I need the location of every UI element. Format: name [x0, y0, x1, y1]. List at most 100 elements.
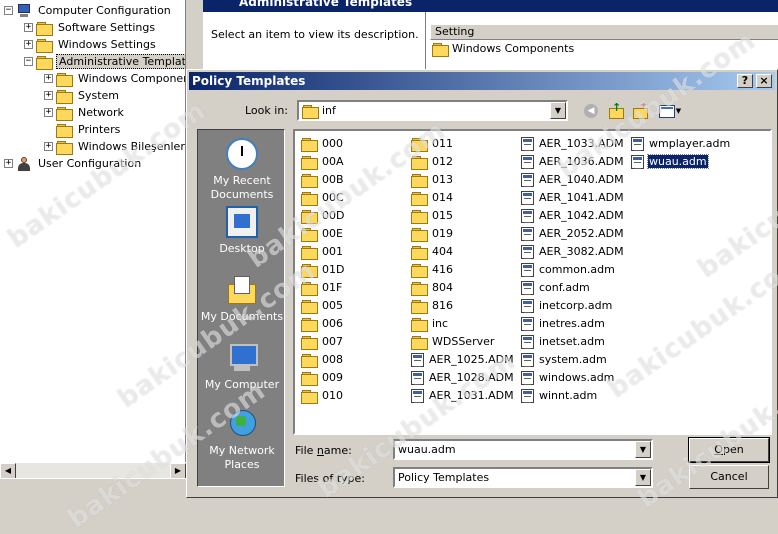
back-button[interactable]: ◀ — [582, 102, 600, 120]
expand-icon[interactable]: + — [44, 108, 53, 117]
file-item[interactable]: AER_1031.ADM — [411, 387, 515, 404]
folder-icon — [301, 317, 318, 332]
file-name-dropdown-button[interactable]: ▼ — [635, 441, 651, 458]
place-label: My Computer — [204, 378, 280, 391]
expand-icon[interactable]: + — [44, 74, 53, 83]
tree-item[interactable]: + Software Settings — [24, 19, 157, 36]
folder-item[interactable]: 013 — [411, 171, 454, 188]
place-label: My Recent Documents — [210, 174, 274, 201]
folder-item[interactable]: 000 — [301, 135, 344, 152]
folder-item[interactable]: 009 — [301, 369, 344, 386]
tree-item[interactable]: − Computer Configuration — [4, 2, 173, 19]
folder-item[interactable]: 019 — [411, 225, 454, 242]
folder-icon — [301, 137, 318, 152]
expand-icon[interactable]: + — [4, 159, 13, 168]
expand-icon[interactable]: + — [44, 142, 53, 151]
place-recent-documents[interactable]: My Recent Documents — [198, 138, 286, 202]
scroll-right-button[interactable]: ▶ — [170, 463, 186, 479]
file-item[interactable]: AER_1028.ADM — [411, 369, 515, 386]
folder-item[interactable]: 006 — [301, 315, 344, 332]
folder-item[interactable]: 007 — [301, 333, 344, 350]
dialog-title-bar[interactable]: Policy Templates ? × — [189, 72, 775, 90]
file-item[interactable]: AER_1025.ADM — [411, 351, 515, 368]
folder-item[interactable]: 014 — [411, 189, 454, 206]
look-in-dropdown[interactable]: inf ▼ — [297, 100, 568, 121]
tree-item[interactable]: + System — [44, 87, 121, 104]
details-pane-title-text: Administrative Templates — [239, 0, 413, 9]
views-menu-button[interactable]: ▼ — [657, 102, 683, 120]
folder-item[interactable]: 00E — [301, 225, 344, 242]
folder-icon — [36, 21, 53, 36]
file-item[interactable]: conf.adm — [521, 279, 591, 296]
tree-item[interactable]: − Administrative Templates — [24, 53, 185, 70]
folder-item[interactable]: 01F — [301, 279, 343, 296]
file-item[interactable]: inetres.adm — [521, 315, 606, 332]
expand-icon[interactable]: + — [24, 23, 33, 32]
folder-item[interactable]: 011 — [411, 135, 454, 152]
folder-item[interactable]: 005 — [301, 297, 344, 314]
file-item[interactable]: AER_2052.ADM — [521, 225, 625, 242]
file-item[interactable]: wuau.adm — [631, 153, 709, 170]
tree-item[interactable]: + Windows Settings — [24, 36, 158, 53]
folder-item[interactable]: 00A — [301, 153, 345, 170]
file-name-input[interactable]: wuau.adm — [393, 439, 653, 460]
expand-icon[interactable]: + — [44, 91, 53, 100]
folder-item[interactable]: 008 — [301, 351, 344, 368]
file-item[interactable]: wmplayer.adm — [631, 135, 731, 152]
folder-item[interactable]: 001 — [301, 243, 344, 260]
expand-icon[interactable]: + — [24, 40, 33, 49]
tree-item-label: Network — [78, 106, 124, 119]
file-item[interactable]: AER_1036.ADM — [521, 153, 625, 170]
folder-item[interactable]: 01D — [301, 261, 345, 278]
folder-item[interactable]: 404 — [411, 243, 454, 260]
close-button[interactable]: × — [756, 74, 772, 88]
tree-item[interactable]: Printers — [44, 121, 122, 138]
folder-item[interactable]: 015 — [411, 207, 454, 224]
files-of-type-dropdown[interactable]: Policy Templates — [393, 467, 653, 488]
folder-item[interactable]: 804 — [411, 279, 454, 296]
collapse-icon[interactable]: − — [24, 57, 33, 66]
file-item[interactable]: AER_1042.ADM — [521, 207, 625, 224]
up-one-level-button[interactable] — [607, 101, 625, 120]
folder-item[interactable]: 00B — [301, 171, 345, 188]
folder-item[interactable]: WDSServer — [411, 333, 495, 350]
file-item[interactable]: inetcorp.adm — [521, 297, 613, 314]
cancel-button[interactable]: Cancel — [689, 465, 769, 489]
folder-item[interactable]: 816 — [411, 297, 454, 314]
folder-item[interactable]: inc — [411, 315, 449, 332]
tree-item[interactable]: + Windows Componer — [44, 70, 185, 87]
tree-item[interactable]: + User Configuration — [4, 155, 143, 172]
file-item[interactable]: AER_1040.ADM — [521, 171, 625, 188]
setting-column-header[interactable]: Setting — [430, 24, 778, 40]
place-my-computer[interactable]: My Computer — [198, 342, 286, 392]
chevron-down-icon[interactable]: ▼ — [550, 102, 566, 119]
help-button[interactable]: ? — [737, 74, 753, 88]
folder-item[interactable]: 010 — [301, 387, 344, 404]
place-desktop[interactable]: Desktop — [198, 206, 286, 256]
file-item[interactable]: system.adm — [521, 351, 608, 368]
open-button[interactable]: Open — [688, 437, 770, 463]
collapse-icon[interactable]: − — [4, 6, 13, 15]
place-network-places[interactable]: My Network Places — [198, 408, 286, 472]
file-item[interactable]: windows.adm — [521, 369, 615, 386]
file-item[interactable]: AER_3082.ADM — [521, 243, 625, 260]
files-of-type-dropdown-button[interactable]: ▼ — [635, 469, 651, 486]
folder-item[interactable]: 00C — [301, 189, 345, 206]
scroll-left-button[interactable]: ◀ — [0, 463, 16, 479]
tree-item[interactable]: + Windows Bileşenleri — [44, 138, 185, 155]
folder-icon — [411, 335, 428, 350]
new-folder-button[interactable] — [631, 101, 649, 120]
folder-item[interactable]: 416 — [411, 261, 454, 278]
place-my-documents[interactable]: My Documents — [198, 274, 286, 324]
folder-item[interactable]: 00D — [301, 207, 345, 224]
list-item[interactable]: Windows Components — [432, 42, 574, 57]
tree-horizontal-scrollbar[interactable]: ◀ ▶ — [0, 462, 186, 479]
file-item[interactable]: inetset.adm — [521, 333, 606, 350]
file-item[interactable]: AER_1033.ADM — [521, 135, 625, 152]
folder-icon — [36, 38, 53, 53]
file-item[interactable]: winnt.adm — [521, 387, 598, 404]
folder-item[interactable]: 012 — [411, 153, 454, 170]
tree-item[interactable]: + Network — [44, 104, 126, 121]
file-item[interactable]: common.adm — [521, 261, 616, 278]
file-item[interactable]: AER_1041.ADM — [521, 189, 625, 206]
